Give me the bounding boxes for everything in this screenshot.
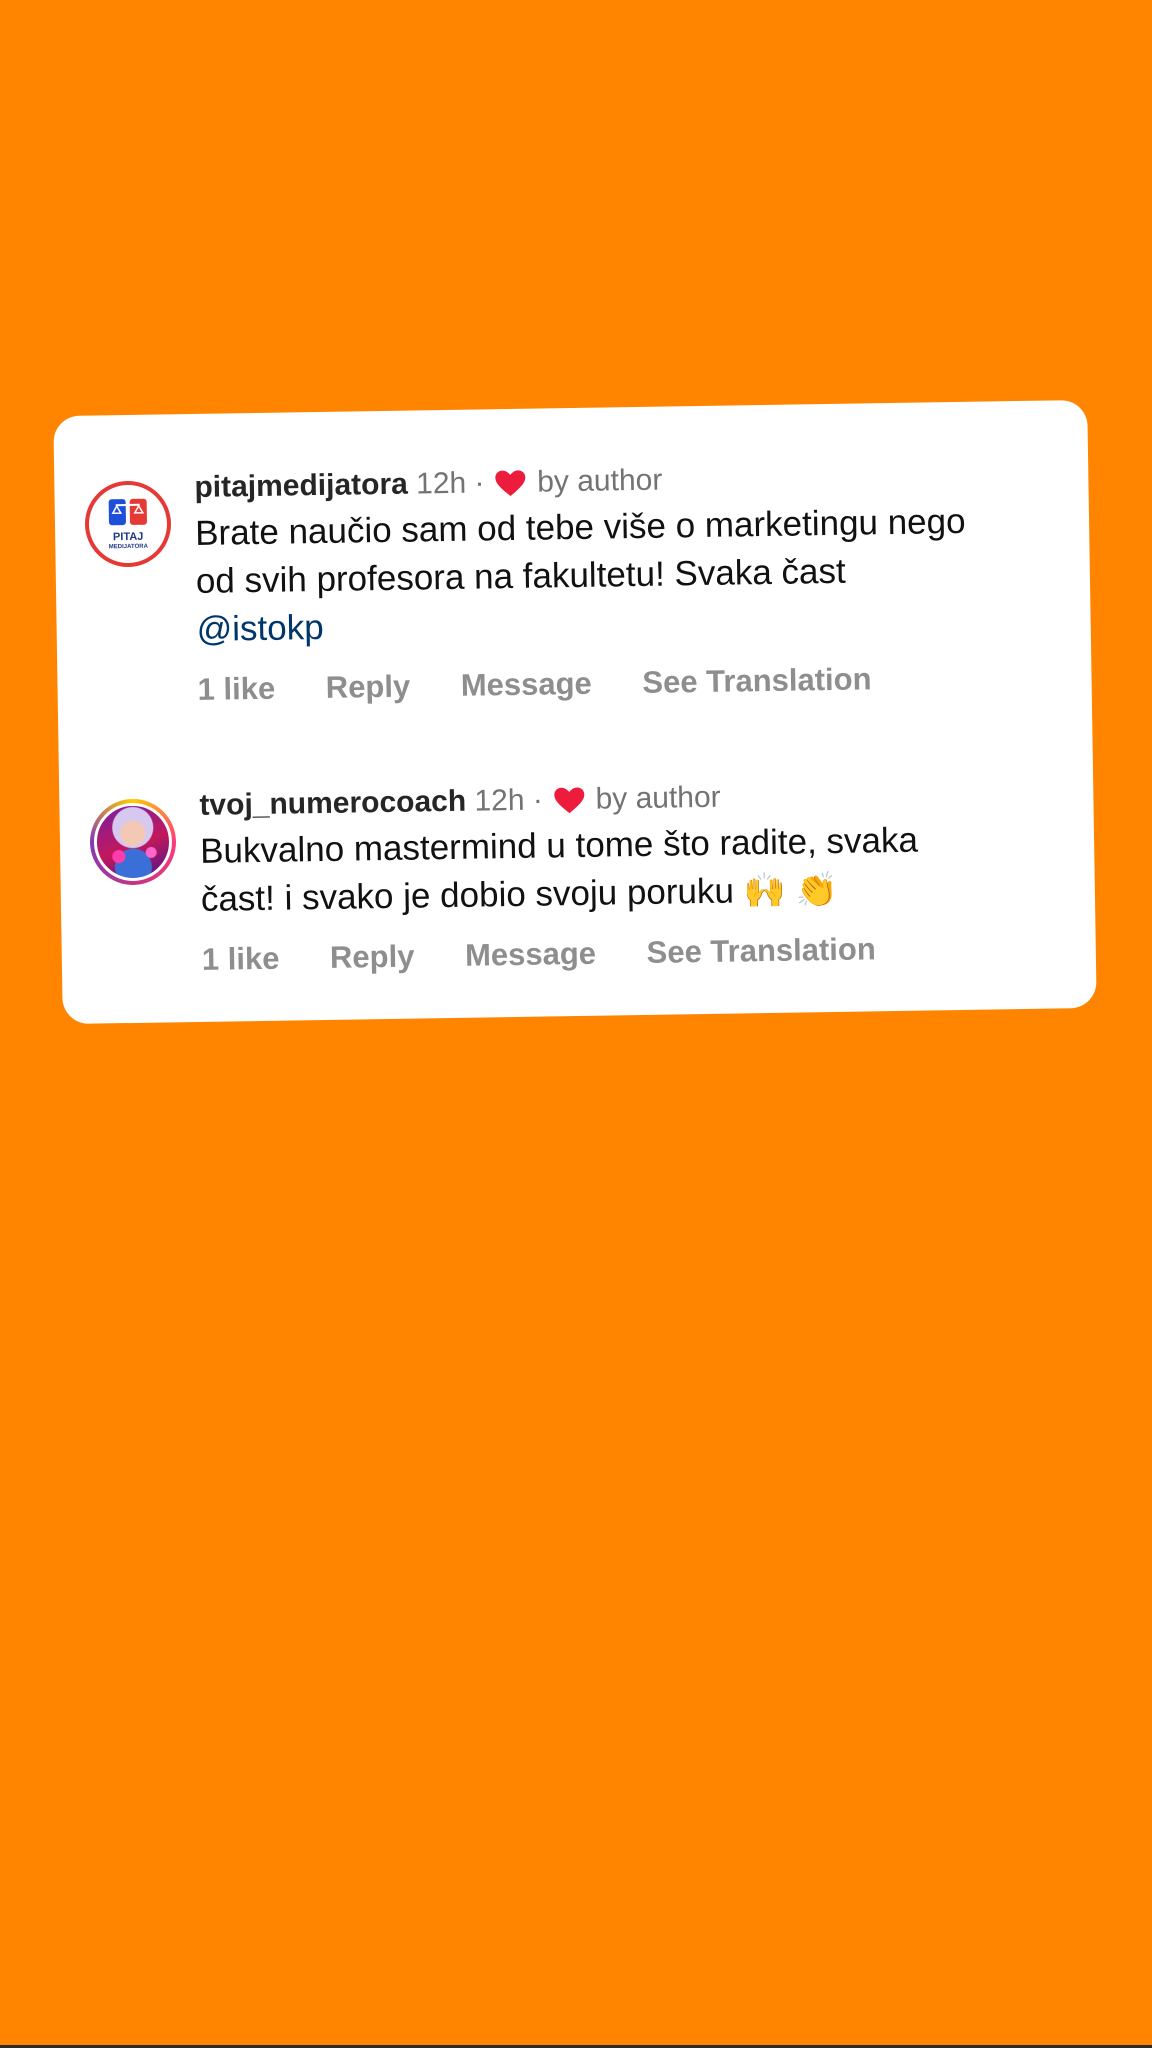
see-translation-button[interactable]: See Translation bbox=[646, 931, 876, 971]
comment-actions: 1 like Reply Message See Translation bbox=[202, 928, 1086, 978]
avatar-logo-subtext: MEDIJATORA bbox=[108, 543, 148, 551]
reply-button[interactable]: Reply bbox=[325, 669, 410, 706]
avatar-logo-text: PITAJ bbox=[112, 530, 144, 544]
likes-count[interactable]: 1 like bbox=[197, 671, 275, 708]
comment-item: tvoj_numerocoach 12h · by author Bukvaln… bbox=[59, 772, 1093, 977]
comment-text: Brate naučio sam od tebe više o marketin… bbox=[195, 496, 1081, 654]
avatar[interactable] bbox=[89, 798, 177, 886]
likes-count[interactable]: 1 like bbox=[202, 941, 280, 978]
separator-dot: · bbox=[532, 783, 544, 817]
comment-body: tvoj_numerocoach 12h · by author Bukvaln… bbox=[199, 772, 1086, 978]
message-button[interactable]: Message bbox=[465, 936, 597, 974]
liked-by-author: by author bbox=[536, 463, 663, 499]
comments-card: PITAJ MEDIJATORA pitajmedijatora 12h · b… bbox=[53, 399, 1097, 1025]
scales-of-justice-logo-icon bbox=[108, 498, 147, 526]
comment-item: PITAJ MEDIJATORA pitajmedijatora 12h · b… bbox=[54, 454, 1088, 707]
see-translation-button[interactable]: See Translation bbox=[642, 661, 872, 701]
comment-text: Bukvalno mastermind u tome što radite, s… bbox=[200, 814, 1085, 924]
liked-by-author: by author bbox=[595, 780, 721, 816]
reply-button[interactable]: Reply bbox=[330, 939, 415, 976]
comment-text-fragment: čast! i svako je dobio svoju poruku bbox=[200, 871, 735, 919]
username[interactable]: tvoj_numerocoach bbox=[199, 785, 466, 822]
separator-dot: · bbox=[474, 466, 485, 500]
comment-time: 12h bbox=[415, 466, 467, 501]
comment-time: 12h bbox=[474, 783, 525, 818]
avatar[interactable]: PITAJ MEDIJATORA bbox=[84, 480, 172, 568]
heart-icon bbox=[495, 470, 526, 496]
emoji-icon: 🙌 👏 bbox=[743, 870, 839, 911]
message-button[interactable]: Message bbox=[461, 666, 593, 704]
profile-photo-icon bbox=[93, 802, 173, 882]
comment-body: pitajmedijatora 12h · by author Brate na… bbox=[194, 454, 1082, 708]
comment-actions: 1 like Reply Message See Translation bbox=[197, 658, 1081, 708]
username[interactable]: pitajmedijatora bbox=[194, 468, 408, 504]
heart-icon bbox=[554, 787, 585, 814]
